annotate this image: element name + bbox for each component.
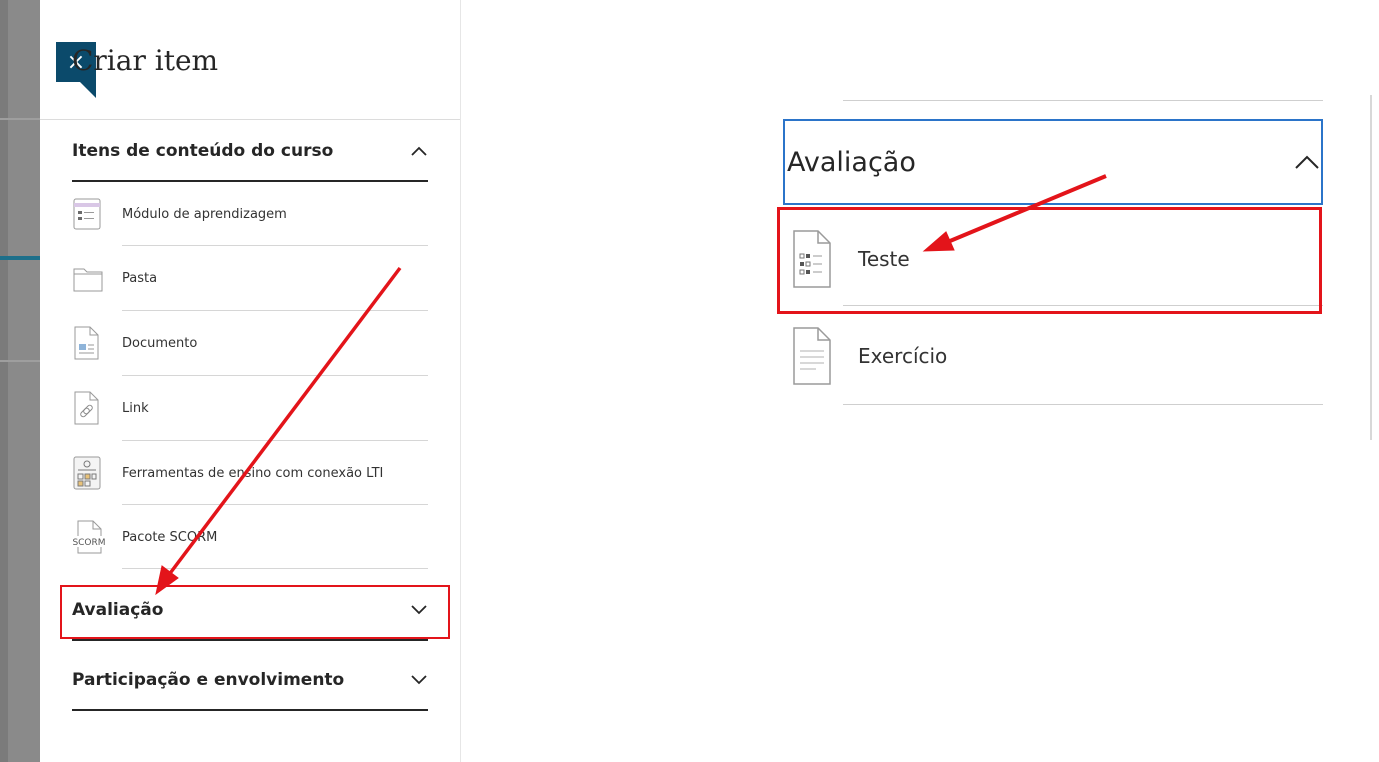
- learning-module-icon: [72, 197, 122, 231]
- zoom-section-label: Avaliação: [787, 146, 916, 178]
- item-label: Módulo de aprendizagem: [122, 206, 287, 222]
- chevron-up-icon: [410, 142, 428, 160]
- item-label: Pasta: [122, 270, 158, 286]
- section-participation[interactable]: Participação e envolvimento: [72, 651, 428, 711]
- section-course-content[interactable]: Itens de conteúdo do curso: [72, 122, 428, 182]
- item-folder[interactable]: Pasta: [72, 246, 428, 310]
- strip-accent: [0, 256, 40, 260]
- zoom-divider: [843, 404, 1323, 405]
- create-item-panel: × Criar item Itens de conteúdo do curso …: [40, 0, 461, 762]
- item-scorm-package[interactable]: SCORM Pacote SCORM: [72, 505, 428, 569]
- section-label: Itens de conteúdo do curso: [72, 141, 334, 161]
- item-label: Link: [122, 400, 149, 416]
- scorm-icon-text: SCORM: [72, 538, 105, 548]
- chevron-down-icon: [410, 671, 428, 689]
- item-label: Documento: [122, 335, 198, 351]
- highlight-test-item: [777, 207, 1322, 314]
- scorm-package-icon: SCORM: [72, 517, 122, 557]
- zoom-section-assessment[interactable]: Avaliação: [783, 119, 1323, 205]
- strip-divider: [0, 360, 40, 362]
- item-divider: [122, 568, 428, 569]
- assignment-icon: [790, 325, 858, 387]
- zoom-divider: [843, 100, 1323, 101]
- highlight-assessment-section: [60, 585, 450, 639]
- zoom-edge: [1370, 95, 1372, 440]
- folder-icon: [72, 263, 122, 293]
- item-link[interactable]: Link: [72, 376, 428, 440]
- item-document[interactable]: Documento: [72, 311, 428, 375]
- background-course-strip: [0, 0, 40, 762]
- section-label: Participação e envolvimento: [72, 670, 345, 690]
- link-icon: [72, 390, 122, 426]
- strip-divider: [0, 118, 40, 120]
- item-lti-tools[interactable]: Ferramentas de ensino com conexão LTI: [72, 441, 428, 505]
- title-divider: [40, 119, 460, 120]
- item-label: Ferramentas de ensino com conexão LTI: [122, 465, 384, 481]
- item-learning-module[interactable]: Módulo de aprendizagem: [72, 182, 428, 246]
- zoom-item-label: Exercício: [858, 344, 948, 368]
- strip-shade: [0, 0, 8, 762]
- chevron-up-icon: [1293, 148, 1321, 176]
- panel-title: Criar item: [72, 44, 219, 77]
- lti-tools-icon: [72, 455, 122, 491]
- item-label: Pacote SCORM: [122, 529, 218, 545]
- document-icon: [72, 325, 122, 361]
- zoom-item-assignment[interactable]: Exercício: [790, 308, 1320, 404]
